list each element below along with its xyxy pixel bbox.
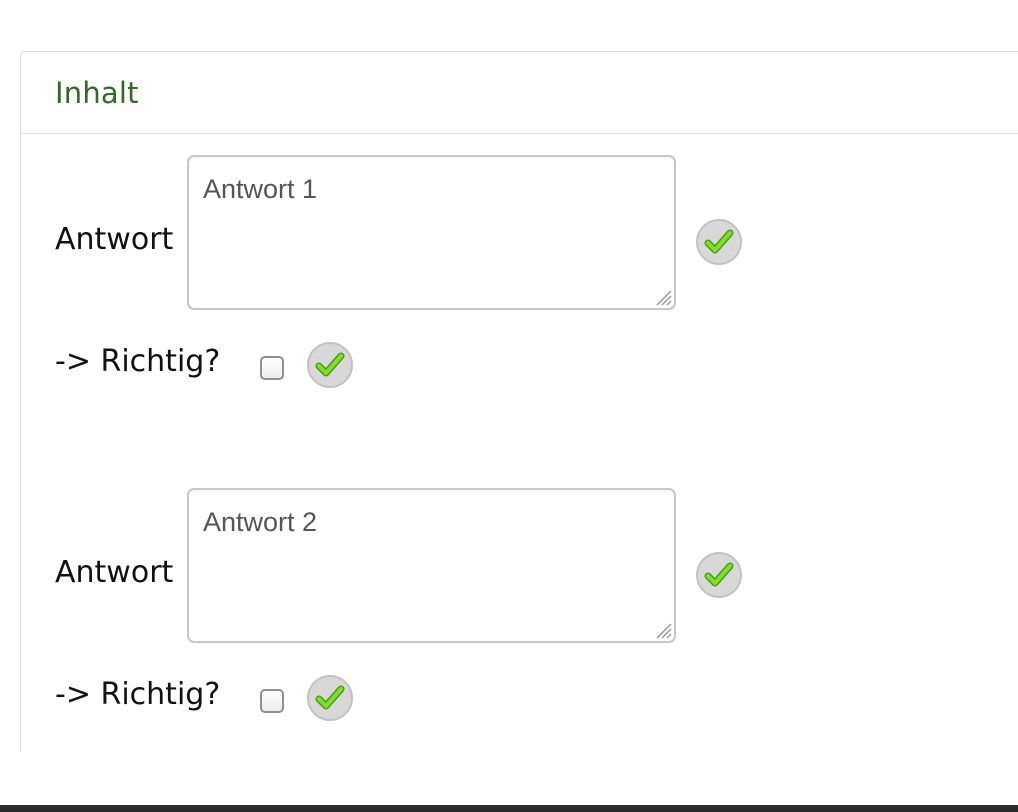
correct-checkbox[interactable] [260, 689, 284, 713]
resize-handle-icon[interactable] [653, 287, 673, 307]
answer-text: Antwort 1 [203, 174, 318, 204]
confirm-answer-button[interactable] [695, 551, 743, 599]
bottom-bar [0, 805, 1018, 812]
answer-text: Antwort 2 [203, 507, 318, 537]
correct-label: -> Richtig? [55, 677, 221, 712]
answer-label: Antwort [55, 555, 174, 590]
panel-header: Inhalt [21, 52, 1018, 134]
confirm-correct-button[interactable] [306, 341, 354, 389]
resize-handle-icon[interactable] [653, 620, 673, 640]
answer-label: Antwort [55, 222, 174, 257]
confirm-correct-button[interactable] [306, 674, 354, 722]
page: Inhalt Antwort Antwort 1 -> Richtig? Ant… [0, 0, 1018, 812]
correct-label: -> Richtig? [55, 344, 221, 379]
correct-checkbox[interactable] [260, 356, 284, 380]
answer-textarea[interactable]: Antwort 1 [187, 155, 676, 310]
confirm-answer-button[interactable] [695, 218, 743, 266]
panel-title: Inhalt [55, 76, 139, 110]
answer-textarea[interactable]: Antwort 2 [187, 488, 676, 643]
